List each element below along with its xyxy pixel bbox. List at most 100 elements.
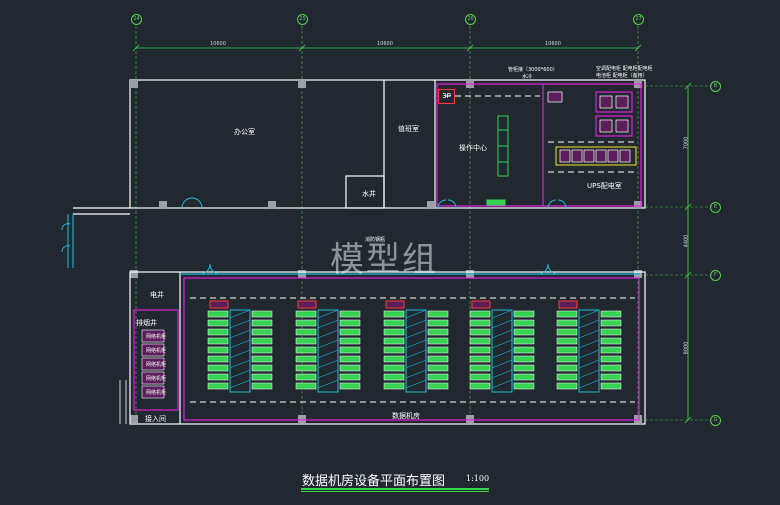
- dimension-top-2: 10600: [377, 41, 393, 47]
- rack-group: [207, 300, 273, 393]
- room-label-office: 办公室: [234, 128, 255, 136]
- server-rack: [556, 373, 578, 381]
- server-rack: [556, 310, 578, 318]
- header-cabinet: [209, 300, 229, 309]
- server-rack: [295, 310, 317, 318]
- access-rack-label: 网络机柜: [146, 334, 167, 340]
- aisle-hatch: [491, 329, 513, 339]
- header-cabinet: [471, 300, 491, 309]
- aisle-hatch: [578, 319, 600, 329]
- server-rack: [383, 310, 405, 318]
- server-rack: [207, 337, 229, 345]
- aisle-hatch: [229, 349, 251, 359]
- title-underline: [301, 488, 489, 490]
- server-rack: [383, 382, 405, 390]
- door-swings: [61, 197, 567, 275]
- axis-marker-F: F: [710, 270, 721, 281]
- server-rack: [251, 364, 273, 372]
- server-rack: [427, 328, 449, 336]
- equipment-note-2: 水冷: [522, 74, 533, 80]
- server-rack: [469, 346, 491, 354]
- server-rack: [339, 382, 361, 390]
- right-dimension-line: [684, 82, 692, 424]
- server-rack: [600, 382, 622, 390]
- server-rack: [513, 328, 535, 336]
- server-rack: [339, 319, 361, 327]
- aisle-hatch: [578, 339, 600, 349]
- access-rack-label: 网络机柜: [146, 390, 167, 396]
- server-rack: [600, 319, 622, 327]
- drawing-title: 数据机房设备平面布置图: [302, 474, 446, 489]
- room-label-data-room: 数据机房: [392, 412, 420, 420]
- aisle-hatch: [405, 319, 427, 329]
- aisle-hatch: [491, 379, 513, 389]
- server-rack: [427, 310, 449, 318]
- server-rack: [469, 337, 491, 345]
- aisle-hatch: [317, 339, 339, 349]
- server-rack: [295, 373, 317, 381]
- server-rack: [207, 355, 229, 363]
- server-rack: [469, 319, 491, 327]
- header-cabinet: [297, 300, 317, 309]
- aisle-hatch: [317, 329, 339, 339]
- server-rack: [469, 355, 491, 363]
- dimension-right-3: 8000: [683, 341, 690, 355]
- aisle-hatch: [405, 339, 427, 349]
- aisle-hatch: [405, 369, 427, 379]
- server-rack: [556, 337, 578, 345]
- rack-group: [295, 300, 361, 393]
- server-rack: [556, 346, 578, 354]
- server-rack: [207, 373, 229, 381]
- server-rack: [383, 364, 405, 372]
- server-rack: [600, 310, 622, 318]
- server-rack: [251, 328, 273, 336]
- aisle-hatch: [491, 319, 513, 329]
- server-rack: [251, 310, 273, 318]
- aisle-hatch: [491, 349, 513, 359]
- server-rack: [600, 364, 622, 372]
- server-rack: [251, 382, 273, 390]
- room-label-ups: UPS配电室: [587, 182, 622, 190]
- aisle-hatch: [405, 379, 427, 389]
- aisle-hatch: [229, 369, 251, 379]
- server-rack: [339, 355, 361, 363]
- server-rack: [251, 319, 273, 327]
- data-room-rack-groups: [207, 300, 622, 393]
- server-rack: [469, 373, 491, 381]
- server-rack: [427, 355, 449, 363]
- server-rack: [427, 319, 449, 327]
- server-rack: [427, 364, 449, 372]
- server-rack: [556, 319, 578, 327]
- aisle-hatch: [491, 309, 513, 319]
- server-rack: [207, 364, 229, 372]
- server-rack: [556, 382, 578, 390]
- server-rack: [295, 337, 317, 345]
- header-cabinet: [558, 300, 578, 309]
- room-label-ops-center: 操作中心: [459, 144, 487, 152]
- aisle-hatch: [229, 319, 251, 329]
- server-rack: [427, 346, 449, 354]
- access-rack-label: 网络机柜: [146, 376, 167, 382]
- equipment-note-1: 管柜接（3000*600）: [508, 67, 558, 73]
- server-rack: [469, 382, 491, 390]
- server-rack: [513, 310, 535, 318]
- server-rack: [556, 328, 578, 336]
- server-rack: [339, 328, 361, 336]
- axis-marker-B: B: [710, 81, 721, 92]
- aisle-hatch: [578, 369, 600, 379]
- axis-marker-25: 25: [297, 14, 308, 25]
- server-rack: [600, 337, 622, 345]
- room-label-drain-well: 排烟井: [136, 319, 157, 327]
- server-rack: [427, 382, 449, 390]
- aisle-hatch: [578, 309, 600, 319]
- aisle-hatch: [578, 329, 600, 339]
- server-rack: [339, 373, 361, 381]
- server-rack: [600, 355, 622, 363]
- aisle-hatch: [317, 309, 339, 319]
- server-rack: [556, 364, 578, 372]
- server-rack: [383, 346, 405, 354]
- aisle-hatch: [405, 309, 427, 319]
- server-rack: [383, 373, 405, 381]
- server-rack: [207, 319, 229, 327]
- aisle-hatch: [578, 359, 600, 369]
